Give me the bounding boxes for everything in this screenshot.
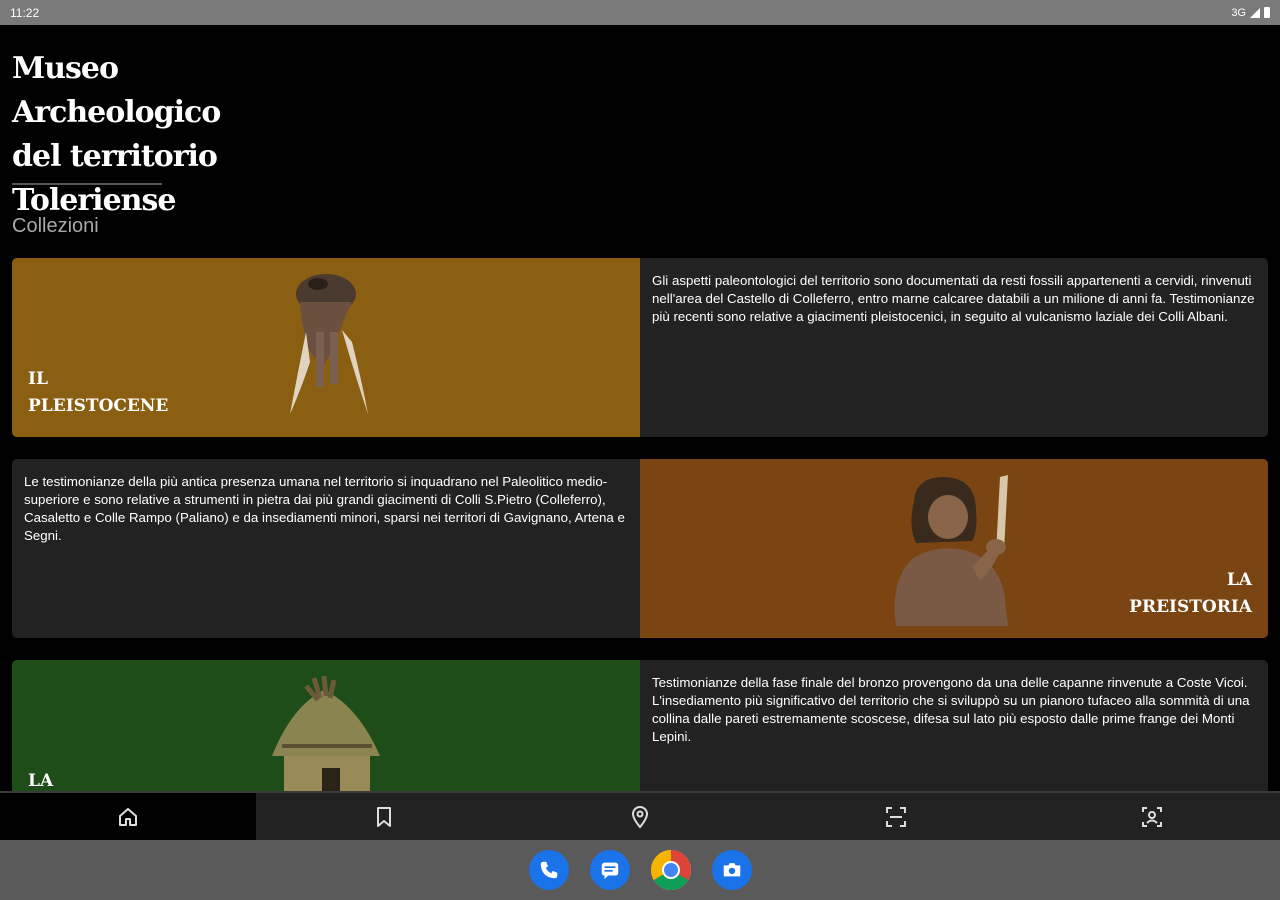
prehistoric-man-image	[894, 475, 1008, 626]
camera-icon	[723, 863, 740, 877]
nav-recognize[interactable]	[1024, 793, 1280, 840]
nav-bookmarks[interactable]	[256, 793, 512, 840]
scan-frame-icon	[886, 806, 906, 827]
system-dock	[0, 840, 1280, 900]
mammoth-fossil-image	[290, 274, 368, 414]
collection-description: Gli aspetti paleontologici del territori…	[652, 273, 1255, 324]
collection-card-eta-bronzo[interactable]: LA Testimonianze della fase finale del b…	[12, 660, 1268, 791]
battery-icon	[1264, 7, 1270, 18]
hut-model-image	[272, 676, 380, 791]
nav-scan[interactable]	[768, 793, 1024, 840]
collection-card-pleistocene[interactable]: IL PLEISTOCENE Gli aspetti paleontologic…	[12, 258, 1268, 437]
title-line-2: del territorio	[12, 139, 218, 174]
dock-messages[interactable]	[589, 850, 630, 890]
collection-image-panel[interactable]: IL PLEISTOCENE	[12, 258, 640, 437]
signal-icon	[1250, 7, 1260, 18]
nav-home[interactable]	[0, 793, 256, 840]
nav-map[interactable]	[512, 793, 768, 840]
collection-label: IL PLEISTOCENE	[28, 369, 169, 416]
collection-image-panel[interactable]: LA PREISTORIA	[640, 459, 1268, 638]
collection-description: Le testimonianze della più antica presen…	[24, 474, 625, 543]
status-indicators: 3G	[1231, 7, 1270, 19]
main-content[interactable]: Museo Archeologico del territorio Toleri…	[0, 25, 1280, 791]
location-pin-icon	[631, 805, 649, 829]
section-title: Collezioni	[12, 215, 99, 237]
collection-image-panel[interactable]: LA	[12, 660, 640, 791]
messages-icon	[601, 862, 618, 880]
network-type: 3G	[1231, 6, 1246, 19]
collection-label: LA	[28, 771, 54, 791]
page-title: Museo Archeologico del territorio Toleri…	[12, 47, 332, 223]
title-divider	[12, 183, 162, 185]
bookmark-icon	[377, 806, 391, 827]
collection-card-preistoria[interactable]: Le testimonianze della più antica presen…	[12, 459, 1268, 638]
face-scan-icon	[1142, 806, 1162, 827]
status-bar: 11:22 3G	[0, 0, 1280, 25]
bottom-navigation	[0, 791, 1280, 840]
title-line-1: Museo Archeologico	[12, 51, 221, 130]
collection-label: LA PREISTORIA	[1129, 570, 1252, 617]
phone-icon	[540, 861, 557, 879]
dock-camera[interactable]	[711, 850, 752, 890]
home-icon	[119, 807, 137, 826]
collection-description: Testimonianze della fase finale del bron…	[652, 675, 1250, 744]
chrome-icon	[650, 850, 691, 890]
status-time: 11:22	[10, 5, 40, 20]
dock-chrome[interactable]	[650, 850, 691, 890]
dock-phone[interactable]	[528, 850, 569, 890]
